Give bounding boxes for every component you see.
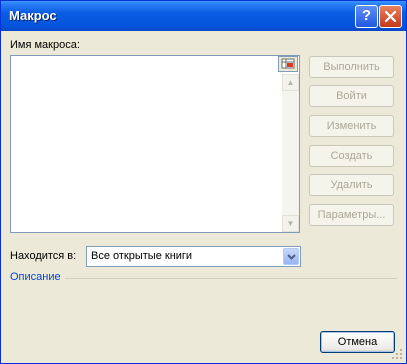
macro-list[interactable]: ▲ ▼ <box>10 74 300 233</box>
close-button[interactable] <box>379 5 402 28</box>
description-divider <box>65 278 397 279</box>
title-bar[interactable]: Макрос ? <box>1 1 406 31</box>
edit-button[interactable]: Изменить <box>309 115 394 137</box>
window-title: Макрос <box>9 8 57 23</box>
close-icon <box>384 10 397 23</box>
macro-name-input[interactable] <box>10 55 300 75</box>
chevron-down-icon[interactable] <box>283 248 299 265</box>
cancel-button[interactable]: Отмена <box>320 331 395 353</box>
description-label: Описание <box>10 271 61 283</box>
step-into-button[interactable]: Войти <box>309 85 394 107</box>
scroll-down-arrow-icon[interactable]: ▼ <box>282 215 299 232</box>
location-label: Находится в: <box>10 250 77 262</box>
macro-dialog: Макрос ? Имя макроса: ▲ ▼ Выполнить Войт… <box>0 0 407 364</box>
help-button[interactable]: ? <box>355 5 378 28</box>
macro-name-label: Имя макроса: <box>10 39 80 51</box>
create-button[interactable]: Создать <box>309 145 394 167</box>
run-button[interactable]: Выполнить <box>309 56 394 78</box>
collapse-dialog-button[interactable] <box>278 56 298 72</box>
range-select-icon <box>281 58 295 69</box>
help-icon: ? <box>361 7 372 24</box>
macro-list-scrollbar[interactable]: ▲ ▼ <box>282 74 299 232</box>
options-button[interactable]: Параметры... <box>309 204 394 226</box>
delete-button[interactable]: Удалить <box>309 174 394 196</box>
location-value: Все открытые книги <box>91 250 193 262</box>
resize-grip-icon[interactable] <box>391 348 403 360</box>
location-select[interactable]: Все открытые книги <box>86 246 301 267</box>
scroll-up-arrow-icon[interactable]: ▲ <box>282 74 299 91</box>
